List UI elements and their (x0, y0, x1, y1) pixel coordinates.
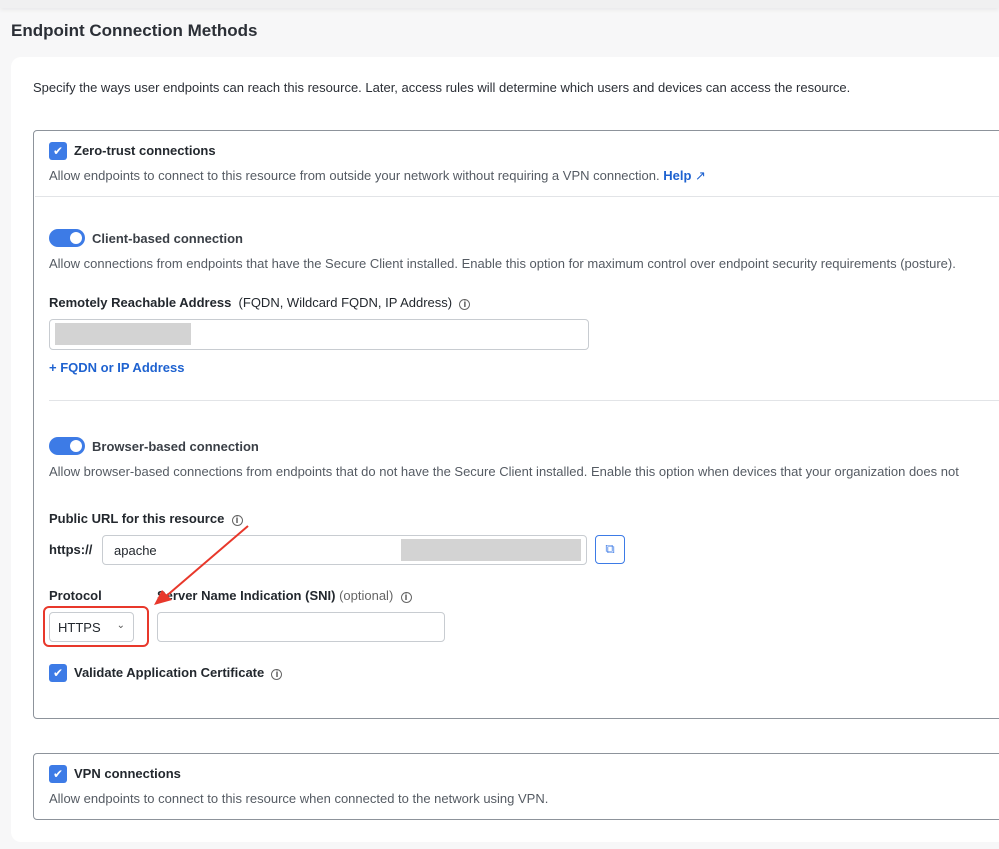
url-prefix: https:// (49, 542, 93, 557)
redacted-value (55, 323, 191, 345)
client-based-description: Allow connections from endpoints that ha… (49, 256, 956, 271)
vpn-label: VPN connections (74, 766, 181, 781)
info-icon[interactable]: i (459, 299, 471, 310)
vpn-checkbox[interactable]: ✔ (49, 765, 67, 783)
browser-based-label: Browser-based connection (92, 439, 259, 454)
check-icon: ✔ (52, 666, 64, 680)
address-label-text: Remotely Reachable Address (49, 295, 232, 310)
validate-certificate-checkbox[interactable]: ✔ (49, 664, 67, 682)
protocol-value: HTTPS (58, 620, 101, 635)
help-link[interactable]: Help (663, 168, 691, 183)
add-fqdn-link[interactable]: + FQDN or IP Address (49, 360, 184, 375)
copy-button[interactable]: ⧉ (595, 535, 625, 564)
copy-icon: ⧉ (605, 541, 615, 556)
page-title: Endpoint Connection Methods (11, 21, 258, 40)
sni-optional: (optional) (339, 588, 394, 603)
info-icon[interactable]: i (400, 592, 412, 603)
vpn-description: Allow endpoints to connect to this resou… (49, 791, 549, 806)
address-label: Remotely Reachable Address (FQDN, Wildca… (49, 295, 471, 310)
info-icon[interactable]: i (271, 669, 283, 680)
client-based-label: Client-based connection (92, 231, 243, 246)
chevron-down-icon: ⌄ (116, 620, 125, 631)
annotation-arrow (154, 525, 249, 605)
validate-certificate-label: Validate Application Certificate i (74, 665, 283, 680)
check-icon: ✔ (52, 767, 64, 781)
check-icon: ✔ (52, 144, 64, 158)
sni-input[interactable] (157, 612, 445, 642)
address-input[interactable] (49, 319, 589, 350)
zero-trust-label: Zero-trust connections (74, 143, 216, 158)
zero-trust-checkbox[interactable]: ✔ (49, 142, 67, 160)
protocol-select[interactable]: HTTPS ⌄ (49, 612, 134, 642)
validate-certificate-text: Validate Application Certificate (74, 665, 265, 680)
browser-based-description: Allow browser-based connections from end… (49, 464, 959, 479)
browser-based-toggle[interactable] (49, 437, 85, 455)
client-based-toggle[interactable] (49, 229, 85, 247)
zero-trust-description: Allow endpoints to connect to this resou… (49, 168, 706, 184)
zero-trust-description-text: Allow endpoints to connect to this resou… (49, 168, 660, 183)
redacted-value (401, 539, 581, 561)
top-bar (0, 0, 999, 8)
protocol-label: Protocol (49, 588, 102, 603)
intro-text: Specify the ways user endpoints can reac… (33, 80, 851, 95)
divider (49, 400, 999, 401)
address-hint: (FQDN, Wildcard FQDN, IP Address) (238, 295, 453, 310)
vpn-section (33, 753, 999, 820)
external-link-icon: ↗ (695, 168, 706, 183)
divider (35, 196, 999, 197)
